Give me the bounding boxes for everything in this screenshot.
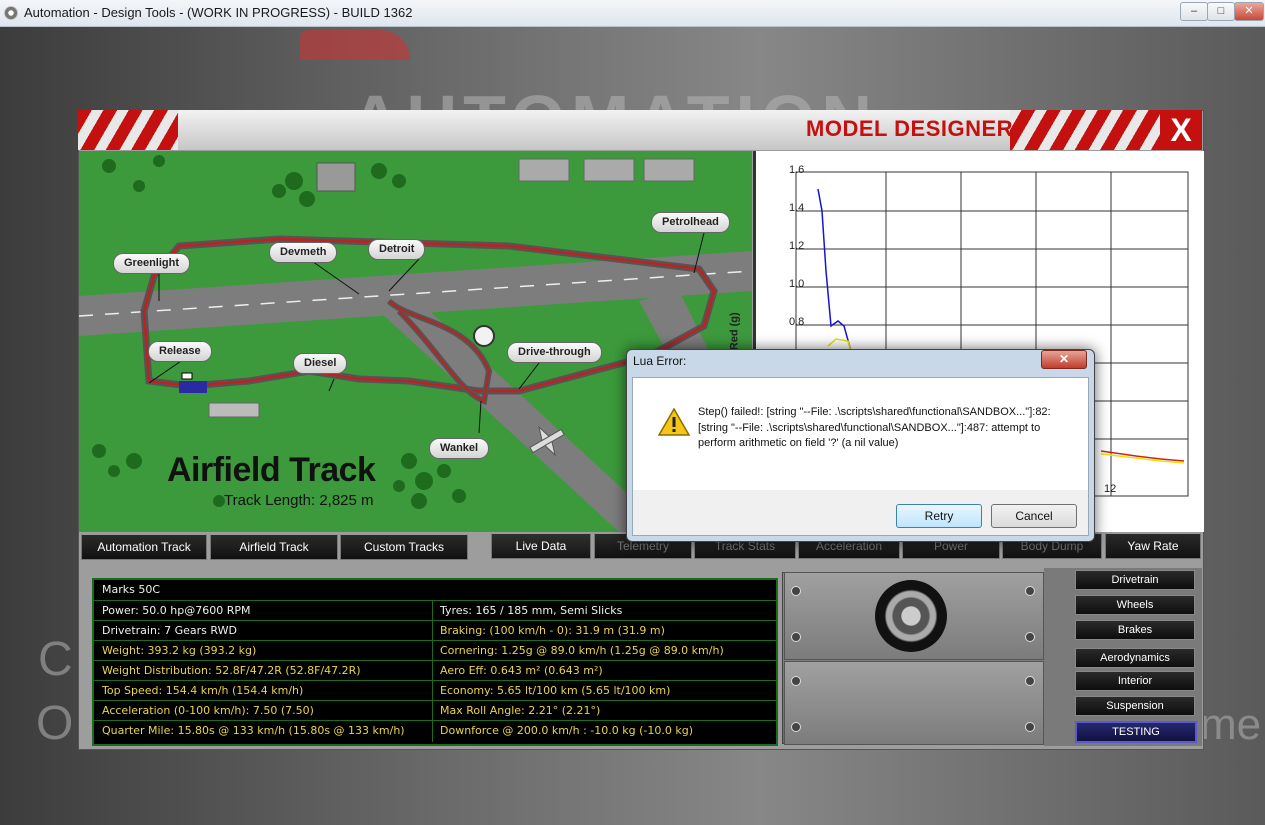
bolt-icon (1025, 722, 1035, 732)
dialog-message: Step() failed!: [string "--File: .\scrip… (698, 406, 1051, 449)
sidebar-item-suspension[interactable]: Suspension (1075, 696, 1195, 716)
background-car (300, 30, 410, 60)
bolt-icon (791, 632, 801, 642)
retry-button[interactable]: Retry (896, 504, 982, 528)
wheel-icon (875, 580, 947, 652)
cancel-button[interactable]: Cancel (991, 504, 1077, 528)
stats-row: Top Speed: 154.4 km/h (154.4 km/h) Econom… (94, 680, 776, 700)
corner-label-greenlight: Greenlight (113, 253, 191, 274)
sidebar-item-wheels[interactable]: Wheels (1075, 595, 1195, 615)
stat-right: Economy: 5.65 lt/100 km (5.65 lt/100 km) (440, 684, 671, 697)
component-plate-bottom (784, 661, 1044, 745)
stats-row: Acceleration (0-100 km/h): 7.50 (7.50) Ma… (94, 700, 776, 720)
tab-automation-track[interactable]: Automation Track (81, 534, 207, 560)
background-text-o: O (36, 697, 74, 750)
background-text-c: C (38, 633, 73, 686)
dialog-close-button[interactable]: ✕ (1041, 350, 1087, 369)
tab-live-data[interactable]: Live Data (491, 533, 591, 559)
stats-row: Weight Distribution: 52.8F/47.2R (52.8F/… (94, 660, 776, 680)
stat-left: Acceleration (0-100 km/h): 7.50 (7.50) (102, 704, 314, 717)
corner-label-diesel: Diesel (293, 353, 348, 374)
bolt-icon (791, 722, 801, 732)
stat-left: Power: 50.0 hp@7600 RPM (102, 604, 251, 617)
minimize-button[interactable]: – (1180, 2, 1208, 21)
maximize-button[interactable]: □ (1207, 2, 1235, 21)
corner-label-release: Release (148, 341, 212, 362)
window-close-button[interactable]: ✕ (1234, 2, 1264, 21)
stats-row: Drivetrain: 7 Gears RWD Braking: (100 km/… (94, 620, 776, 640)
y-tick-1-4: 1.4 (789, 202, 805, 214)
x-tick-12: 12 (1104, 483, 1117, 495)
corner-label-devmeth: Devmeth (269, 242, 338, 263)
y-tick-1-6: 1.6 (789, 164, 805, 176)
sidebar-item-interior[interactable]: Interior (1075, 671, 1195, 691)
stat-left: Quarter Mile: 15.80s @ 133 km/h (15.80s … (102, 724, 405, 737)
stat-left: Weight Distribution: 52.8F/47.2R (52.8F/… (102, 664, 361, 677)
stat-right: Tyres: 165 / 185 mm, Semi Slicks (440, 604, 623, 617)
app-icon (4, 6, 18, 20)
window-title-bar: Automation - Design Tools - (WORK IN PRO… (0, 0, 1265, 27)
stat-right: Cornering: 1.25g @ 89.0 km/h (1.25g @ 89… (440, 644, 724, 657)
stat-right: Downforce @ 200.0 km/h : -10.0 kg (-10.0… (440, 724, 694, 737)
stat-left: Weight: 393.2 kg (393.2 kg) (102, 644, 257, 657)
model-designer-title: MODEL DESIGNER (806, 116, 1014, 141)
stat-left: Drivetrain: 7 Gears RWD (102, 624, 237, 637)
corner-label-detroit: Detroit (368, 239, 426, 260)
warning-icon (658, 408, 690, 436)
corner-label-drive-through: Drive-through (507, 342, 602, 363)
stats-row: Quarter Mile: 15.80s @ 133 km/h (15.80s … (94, 720, 776, 740)
stats-row: Weight: 393.2 kg (393.2 kg) Cornering: 1.… (94, 640, 776, 660)
sidebar-item-testing[interactable]: TESTING (1075, 721, 1197, 743)
y-tick-1-0: 1.0 (789, 278, 805, 290)
window-title: Automation - Design Tools - (WORK IN PRO… (24, 5, 413, 20)
tab-yaw-rate[interactable]: Yaw Rate (1105, 533, 1201, 559)
bolt-icon (1025, 586, 1035, 596)
header-stripes-left (78, 110, 178, 150)
stat-right: Max Roll Angle: 2.21° (2.21°) (440, 704, 601, 717)
bolt-icon (1025, 632, 1035, 642)
bolt-icon (791, 586, 801, 596)
track-name: Airfield Track (167, 451, 376, 489)
bolt-icon (1025, 676, 1035, 686)
sidebar-item-brakes[interactable]: Brakes (1075, 620, 1195, 640)
sidebar-item-drivetrain[interactable]: Drivetrain (1075, 570, 1195, 590)
dialog-title: Lua Error: (633, 354, 687, 368)
sidebar-item-aerodynamics[interactable]: Aerodynamics (1075, 648, 1195, 668)
stat-left: Top Speed: 154.4 km/h (154.4 km/h) (102, 684, 304, 697)
header-stripes-right (1010, 110, 1160, 150)
tab-airfield-track[interactable]: Airfield Track (210, 534, 338, 560)
stat-right: Aero Eff: 0.643 m² (0.643 m²) (440, 664, 603, 677)
stats-row-car-name: Marks 50C (94, 580, 776, 599)
background-text-me: me (1200, 700, 1262, 749)
model-designer-close-button[interactable]: X (1160, 110, 1202, 150)
y-tick-0-8: 0.8 (789, 316, 805, 328)
corner-label-petrolhead: Petrolhead (651, 212, 730, 233)
stats-row: Power: 50.0 hp@7600 RPM Tyres: 165 / 185 … (94, 600, 776, 620)
stat-right: Braking: (100 km/h - 0): 31.9 m (31.9 m) (440, 624, 665, 637)
y-tick-1-2: 1.2 (789, 240, 805, 252)
track-length: Track Length: 2,825 m (224, 492, 374, 509)
bolt-icon (791, 676, 801, 686)
car-stats-table: Marks 50C Power: 50.0 hp@7600 RPM Tyres: … (92, 578, 778, 746)
tab-custom-tracks[interactable]: Custom Tracks (340, 534, 468, 560)
car-name: Marks 50C (102, 583, 161, 596)
corner-label-wankel: Wankel (429, 438, 490, 459)
